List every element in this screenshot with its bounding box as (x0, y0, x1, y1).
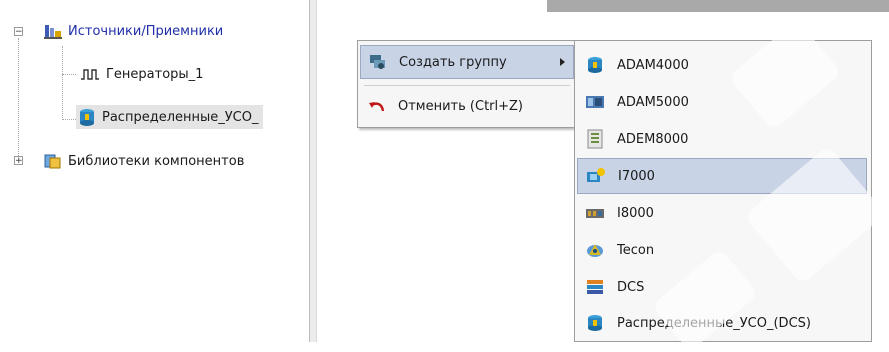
pane-splitter[interactable] (309, 0, 317, 342)
menu-item-label: Отменить (Ctrl+Z) (398, 98, 523, 114)
generator-signal-icon (80, 65, 100, 83)
tree-item-label: Источники/Приемники (68, 23, 224, 39)
tree-connector (62, 46, 63, 120)
submenu-item-label: ADAM5000 (617, 94, 689, 110)
i7000-icon (586, 166, 606, 186)
tree-item-label: Распределенные_УСО_ (102, 109, 259, 125)
tree-item-component-libraries[interactable]: Библиотеки компонентов (44, 152, 244, 170)
distributed-io-icon (78, 108, 96, 126)
tree-item-distributed-io[interactable]: Распределенные_УСО_ (76, 105, 263, 129)
tree-item-label: Библиотеки компонентов (68, 153, 245, 169)
menu-item-undo[interactable]: Отменить (Ctrl+Z) (360, 89, 574, 123)
adam5000-icon (585, 92, 605, 112)
menu-item-label: Создать группу (399, 54, 507, 70)
tree-connector (62, 74, 76, 75)
sources-receivers-icon (44, 22, 62, 40)
dcs-icon (585, 277, 605, 297)
header-strip (547, 0, 889, 12)
menu-separator (364, 85, 570, 86)
submenu-item-label: ADEM8000 (617, 131, 689, 147)
submenu-item-label: DCS (617, 279, 645, 295)
distributed-io-dcs-icon (585, 313, 605, 333)
tree-item-label: Генераторы_1 (106, 66, 204, 82)
context-menu: Создать группу Отменить (Ctrl+Z) (357, 40, 577, 128)
submenu-item-adam5000[interactable]: ADAM5000 (577, 84, 867, 120)
undo-icon (368, 97, 386, 115)
tree-connector (62, 119, 76, 120)
tree-item-generators[interactable]: Генераторы_1 (80, 65, 203, 83)
adem8000-icon (585, 129, 605, 149)
project-tree: − Источники/Приемники Генераторы_1 Распр… (0, 0, 309, 342)
i8000-icon (585, 203, 605, 223)
submenu-item-label: I8000 (617, 205, 654, 221)
tree-connector (18, 38, 19, 158)
tree-item-sources-receivers[interactable]: Источники/Приемники (44, 22, 223, 40)
menu-item-create-group[interactable]: Создать группу (360, 45, 574, 79)
submenu-item-label: Tecon (617, 242, 655, 258)
tecon-icon (585, 240, 605, 260)
submenu-arrow-icon (560, 58, 565, 66)
expand-toggle[interactable]: + (14, 156, 23, 166)
adam4000-icon (585, 55, 605, 75)
collapse-toggle[interactable]: − (14, 27, 23, 37)
submenu-item-label: ADAM4000 (617, 57, 689, 73)
submenu-item-label: I7000 (618, 168, 655, 184)
component-libraries-icon (44, 152, 62, 170)
create-group-icon (369, 53, 387, 71)
